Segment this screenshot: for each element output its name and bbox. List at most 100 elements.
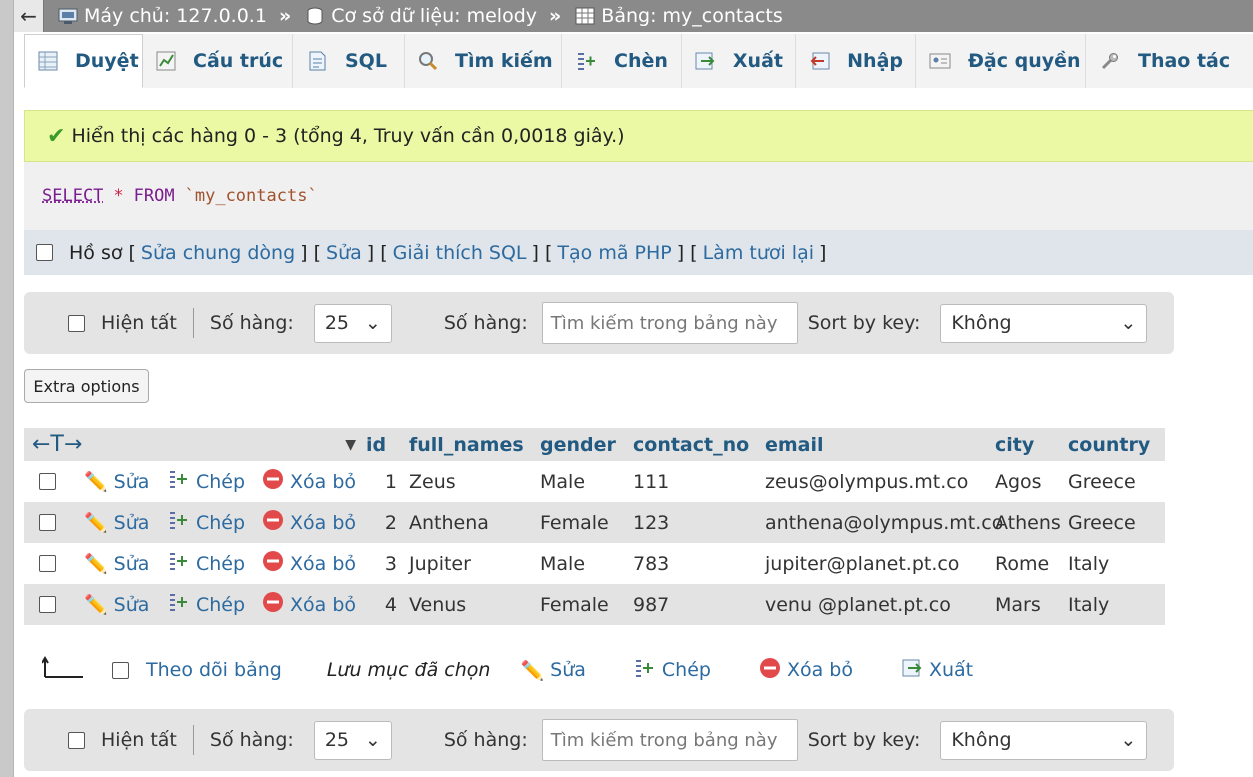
row-delete-button[interactable]: Xóa bỏ bbox=[262, 550, 360, 577]
row-copy-button[interactable]: Chép bbox=[168, 551, 262, 576]
edit-link[interactable]: Sửa bbox=[326, 242, 362, 264]
delete-icon bbox=[262, 591, 284, 618]
cell-email[interactable]: jupiter@planet.pt.co bbox=[761, 553, 991, 575]
cell-city[interactable]: Mars bbox=[991, 594, 1064, 616]
filter-rows-input[interactable]: Tìm kiếm trong bảng này bbox=[541, 302, 798, 344]
row-edit-button[interactable]: ✏️ Sửa bbox=[84, 470, 168, 494]
cell-contact-no[interactable]: 111 bbox=[629, 471, 761, 493]
sort-by-key-value: Không bbox=[951, 729, 1012, 751]
breadcrumb-table[interactable]: Bảng: my_contacts bbox=[575, 5, 783, 27]
sql-keyword-select[interactable]: SELECT bbox=[42, 186, 103, 206]
cell-contact-no[interactable]: 783 bbox=[629, 553, 761, 575]
cell-contact-no[interactable]: 123 bbox=[629, 512, 761, 534]
explain-sql-link[interactable]: Giải thích SQL bbox=[393, 242, 527, 264]
column-header-contact-no[interactable]: contact_no bbox=[629, 434, 761, 456]
column-arrows-icon[interactable]: ←T→ bbox=[32, 432, 82, 457]
edit-inline-link[interactable]: Sửa chung dòng bbox=[141, 242, 295, 264]
tab-operations[interactable]: Thao tác bbox=[1086, 34, 1253, 88]
tab-import[interactable]: Nhập bbox=[796, 34, 916, 88]
cell-country[interactable]: Greece bbox=[1064, 512, 1163, 534]
tab-search[interactable]: Tìm kiếm bbox=[405, 34, 562, 88]
check-all-checkbox[interactable] bbox=[112, 661, 129, 679]
row-delete-button[interactable]: Xóa bỏ bbox=[262, 468, 360, 495]
tab-sql-label: SQL bbox=[345, 50, 387, 72]
table-row: ✏️ Sửa Chép Xóa bỏ 1 Zeus Male 111 zeus@o… bbox=[24, 461, 1165, 502]
cell-city[interactable]: Agos bbox=[991, 471, 1064, 493]
chevron-down-icon: ⌄ bbox=[1120, 312, 1137, 334]
cell-city[interactable]: Athens bbox=[991, 512, 1064, 534]
cell-gender[interactable]: Female bbox=[536, 512, 629, 534]
profiling-label: Hồ sơ bbox=[69, 241, 123, 264]
sort-by-key-select[interactable]: Không ⌄ bbox=[940, 303, 1148, 343]
cell-country[interactable]: Greece bbox=[1064, 471, 1163, 493]
row-copy-button[interactable]: Chép bbox=[168, 592, 262, 617]
column-header-id[interactable]: id bbox=[360, 434, 405, 456]
show-all-checkbox[interactable] bbox=[68, 731, 85, 749]
triangle-down-icon[interactable]: ▼ bbox=[345, 437, 356, 453]
cell-gender[interactable]: Male bbox=[536, 471, 629, 493]
column-header-gender[interactable]: gender bbox=[536, 434, 629, 456]
bulk-edit-button[interactable]: ✏️ Sửa bbox=[520, 659, 585, 682]
copy-icon bbox=[168, 592, 190, 617]
cell-id[interactable]: 3 bbox=[360, 553, 405, 575]
column-header-country[interactable]: country bbox=[1064, 434, 1163, 456]
breadcrumb-table-label: Bảng: my_contacts bbox=[601, 5, 783, 27]
column-header-city[interactable]: city bbox=[991, 434, 1064, 456]
refresh-link[interactable]: Làm tươi lại bbox=[703, 242, 814, 264]
row-checkbox[interactable] bbox=[38, 555, 56, 572]
breadcrumb-server[interactable]: Máy chủ: 127.0.0.1 bbox=[58, 5, 267, 27]
column-header-email[interactable]: email bbox=[761, 434, 991, 456]
cell-gender[interactable]: Female bbox=[536, 594, 629, 616]
row-copy-button[interactable]: Chép bbox=[168, 510, 262, 535]
bulk-delete-button[interactable]: Xóa bỏ bbox=[759, 657, 853, 684]
tab-structure[interactable]: Cấu trúc bbox=[143, 34, 293, 88]
cell-full-names[interactable]: Zeus bbox=[405, 471, 536, 493]
row-checkbox[interactable] bbox=[38, 514, 56, 531]
cell-country[interactable]: Italy bbox=[1064, 553, 1163, 575]
profiling-checkbox[interactable] bbox=[36, 244, 53, 261]
row-delete-button[interactable]: Xóa bỏ bbox=[262, 509, 360, 536]
bracket: ] [ bbox=[366, 241, 388, 264]
sort-by-key-select[interactable]: Không ⌄ bbox=[940, 720, 1148, 760]
row-delete-button[interactable]: Xóa bỏ bbox=[262, 591, 360, 618]
row-edit-button[interactable]: ✏️ Sửa bbox=[84, 511, 168, 535]
tab-sql[interactable]: SQL bbox=[293, 34, 405, 88]
cell-full-names[interactable]: Jupiter bbox=[405, 553, 536, 575]
cell-country[interactable]: Italy bbox=[1064, 594, 1163, 616]
cell-contact-no[interactable]: 987 bbox=[629, 594, 761, 616]
tab-export[interactable]: Xuất bbox=[682, 34, 796, 88]
row-checkbox[interactable] bbox=[38, 596, 56, 613]
tab-insert[interactable]: Chèn bbox=[562, 34, 682, 88]
cell-email[interactable]: venu @planet.pt.co bbox=[761, 594, 991, 616]
tab-browse[interactable]: Duyệt bbox=[24, 34, 143, 88]
back-arrow-icon[interactable]: ← bbox=[14, 0, 44, 32]
cell-id[interactable]: 2 bbox=[360, 512, 405, 534]
create-php-code-link[interactable]: Tạo mã PHP bbox=[557, 242, 671, 264]
cell-gender[interactable]: Male bbox=[536, 553, 629, 575]
row-checkbox[interactable] bbox=[38, 473, 56, 490]
check-all-label[interactable]: Theo dõi bảng bbox=[146, 659, 282, 681]
row-edit-button[interactable]: ✏️ Sửa bbox=[84, 552, 168, 576]
row-edit-button[interactable]: ✏️ Sửa bbox=[84, 593, 168, 617]
chevron-down-icon: ⌄ bbox=[1120, 729, 1137, 751]
cell-email[interactable]: zeus@olympus.mt.co bbox=[761, 471, 991, 493]
rows-select[interactable]: 25 ⌄ bbox=[313, 303, 392, 343]
cell-full-names[interactable]: Venus bbox=[405, 594, 536, 616]
cell-city[interactable]: Rome bbox=[991, 553, 1064, 575]
row-edit-label: Sửa bbox=[113, 552, 150, 575]
rows-select[interactable]: 25 ⌄ bbox=[313, 720, 392, 760]
bulk-copy-button[interactable]: Chép bbox=[634, 658, 711, 683]
show-all-checkbox[interactable] bbox=[68, 314, 85, 332]
tab-structure-label: Cấu trúc bbox=[193, 50, 284, 72]
breadcrumb-database[interactable]: Cơ sở dữ liệu: melody bbox=[305, 5, 537, 27]
cell-id[interactable]: 1 bbox=[360, 471, 405, 493]
filter-rows-input[interactable]: Tìm kiếm trong bảng này bbox=[541, 719, 798, 761]
row-copy-button[interactable]: Chép bbox=[168, 469, 262, 494]
cell-full-names[interactable]: Anthena bbox=[405, 512, 536, 534]
cell-id[interactable]: 4 bbox=[360, 594, 405, 616]
cell-email[interactable]: anthena@olympus.mt.co bbox=[761, 512, 1003, 534]
column-header-full-names[interactable]: full_names bbox=[405, 434, 536, 456]
bulk-export-button[interactable]: Xuất bbox=[901, 657, 973, 684]
tab-privileges[interactable]: Đặc quyền bbox=[916, 34, 1086, 88]
extra-options-button[interactable]: Extra options bbox=[24, 369, 149, 403]
